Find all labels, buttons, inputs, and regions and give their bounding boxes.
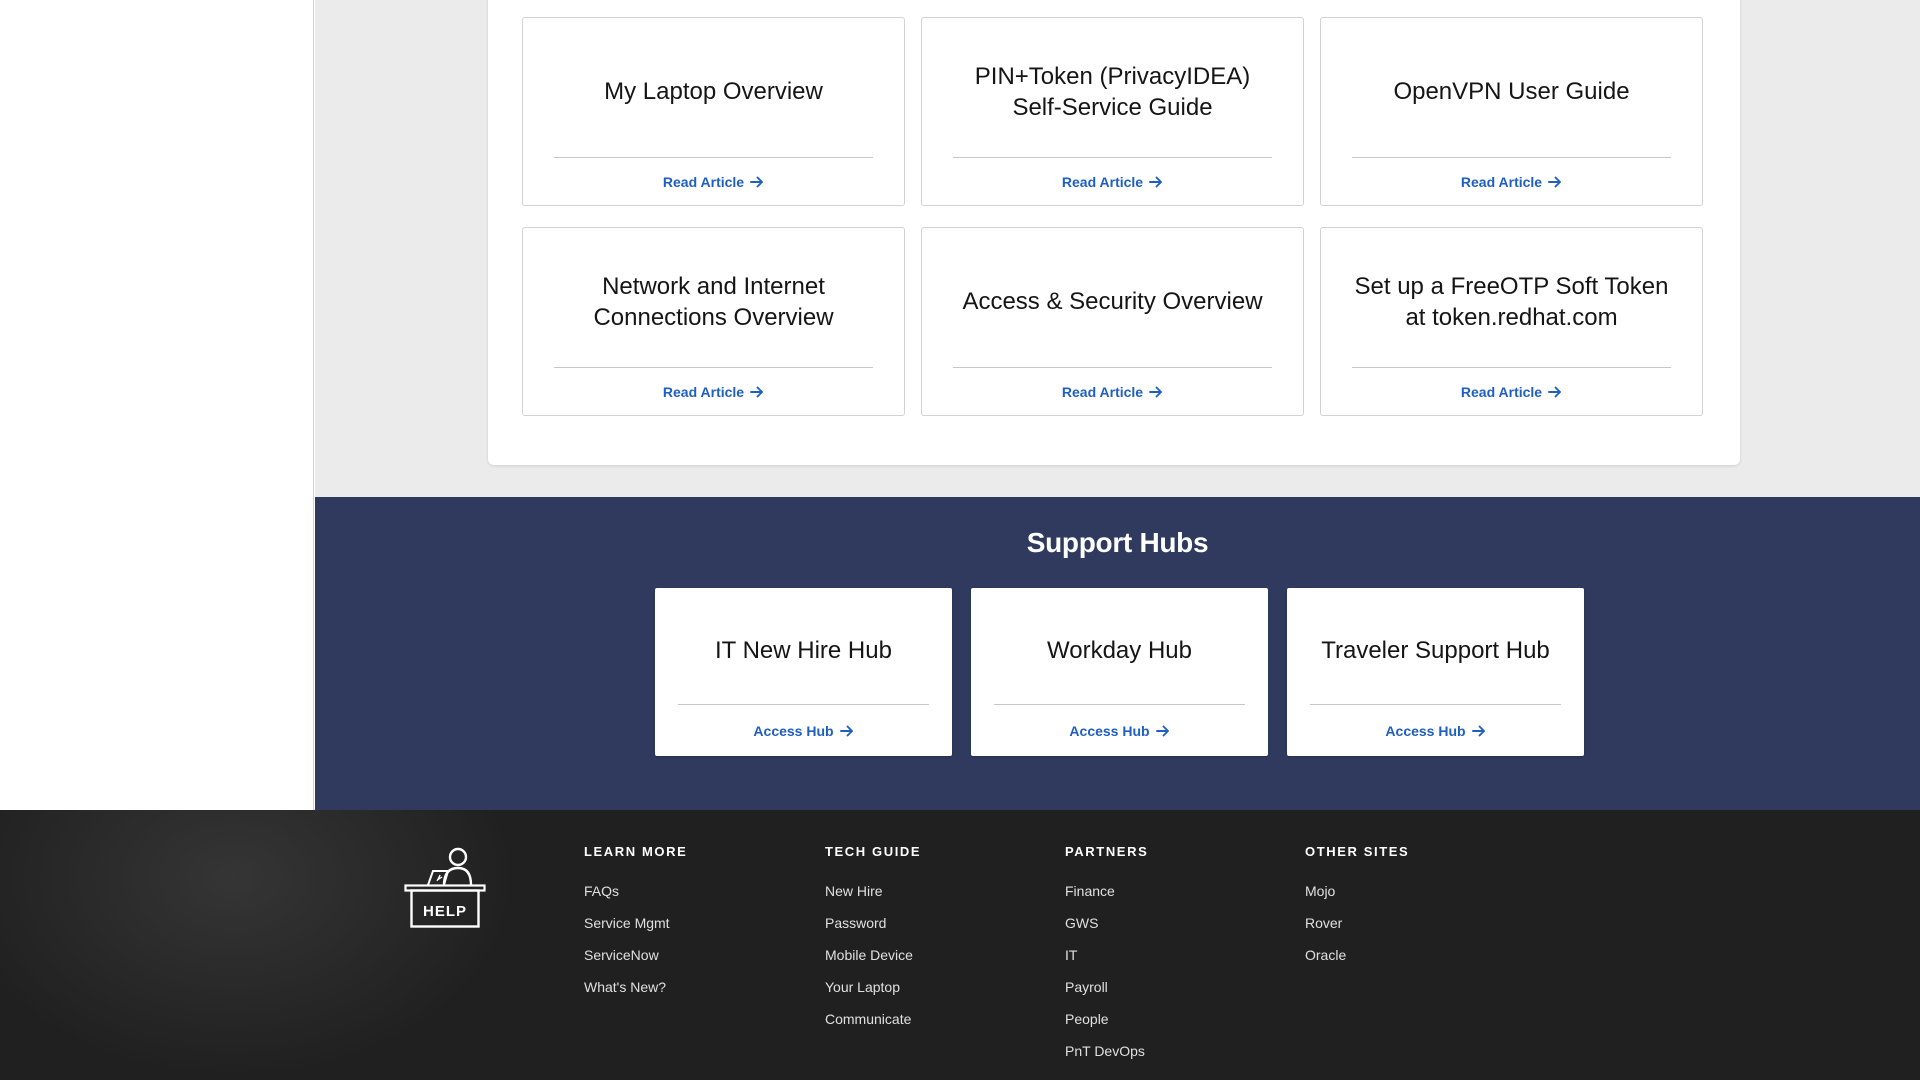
article-title: Set up a FreeOTP Soft Token at token.red… [1354,272,1669,331]
hub-grid: IT New Hire Hub Access Hub Workday Hub A… [655,588,1584,756]
article-title: Network and Internet Connections Overvie… [593,272,834,331]
footer-link-pnt-devops[interactable]: PnT DevOps [1065,1042,1285,1060]
access-hub-link[interactable]: Access Hub [1310,705,1561,756]
footer-column-learn-more: LEARN MORE FAQs Service Mgmt ServiceNow … [584,843,804,1010]
support-hubs-section: Support Hubs IT New Hire Hub Access Hub … [315,497,1920,810]
support-hubs-title: Support Hubs [1026,527,1209,558]
hub-title: Traveler Support Hub [1321,637,1550,664]
footer-heading: PARTNERS [1065,844,1149,859]
left-sidebar [0,0,314,810]
article-title: My Laptop Overview [604,78,823,105]
footer-link-faqs[interactable]: FAQs [584,882,804,900]
hub-title: Workday Hub [1047,637,1192,664]
footer-link-servicenow[interactable]: ServiceNow [584,946,804,964]
read-article-label: Read Article [1460,173,1543,190]
arrow-right-icon [1548,176,1562,187]
arrow-right-icon [1149,386,1163,397]
site-footer: HELP LEARN MORE FAQs Service Mgmt Servic… [0,810,1920,1080]
arrow-right-icon [750,176,764,187]
footer-link-finance[interactable]: Finance [1065,882,1285,900]
footer-link-new-hire[interactable]: New Hire [825,882,1045,900]
help-logo-text: HELP [423,903,467,920]
arrow-right-icon [1548,386,1562,397]
read-article-label: Read Article [1061,173,1144,190]
hub-card-workday: Workday Hub Access Hub [971,588,1268,756]
hub-card-traveler-support: Traveler Support Hub Access Hub [1287,588,1584,756]
access-hub-label: Access Hub [1069,722,1150,739]
article-card-my-laptop: My Laptop Overview Read Article [522,17,905,206]
footer-heading: LEARN MORE [584,844,688,859]
footer-link-payroll[interactable]: Payroll [1065,978,1285,996]
access-hub-link[interactable]: Access Hub [678,705,929,756]
hub-title: IT New Hire Hub [715,637,892,664]
footer-link-your-laptop[interactable]: Your Laptop [825,978,1045,996]
footer-column-other-sites: OTHER SITES Mojo Rover Oracle [1305,843,1525,978]
footer-link-rover[interactable]: Rover [1305,914,1525,932]
footer-heading: TECH GUIDE [825,844,922,859]
article-grid: My Laptop Overview Read Article PIN+Toke… [522,17,1704,416]
article-title: OpenVPN User Guide [1393,78,1630,105]
footer-link-communicate[interactable]: Communicate [825,1010,1045,1028]
read-article-label: Read Article [662,173,745,190]
read-article-label: Read Article [1061,383,1144,400]
footer-link-whats-new[interactable]: What's New? [584,978,804,996]
footer-link-it[interactable]: IT [1065,946,1285,964]
help-desk-logo[interactable]: HELP [404,845,486,929]
footer-link-mojo[interactable]: Mojo [1305,882,1525,900]
footer-heading: OTHER SITES [1305,844,1410,859]
help-desk-icon: HELP [404,847,486,928]
article-card-openvpn: OpenVPN User Guide Read Article [1320,17,1703,206]
footer-column-tech-guide: TECH GUIDE New Hire Password Mobile Devi… [825,843,1045,1042]
arrow-right-icon [1149,176,1163,187]
read-article-link[interactable]: Read Article [1352,158,1671,205]
arrow-right-icon [1155,725,1169,736]
article-title: Access & Security Overview [962,288,1263,315]
read-article-label: Read Article [1460,383,1543,400]
arrow-right-icon [839,725,853,736]
footer-link-oracle[interactable]: Oracle [1305,946,1525,964]
article-title: PIN+Token (PrivacyIDEA) Self-Service Gui… [974,62,1251,121]
access-hub-label: Access Hub [1385,722,1466,739]
read-article-link[interactable]: Read Article [953,158,1272,205]
read-article-link[interactable]: Read Article [1352,368,1671,415]
access-hub-link[interactable]: Access Hub [994,705,1245,756]
read-article-link[interactable]: Read Article [953,368,1272,415]
footer-link-people[interactable]: People [1065,1010,1285,1028]
read-article-link[interactable]: Read Article [554,158,873,205]
hub-card-it-new-hire: IT New Hire Hub Access Hub [655,588,952,756]
read-article-label: Read Article [662,383,745,400]
footer-link-password[interactable]: Password [825,914,1045,932]
article-card-network: Network and Internet Connections Overvie… [522,227,905,416]
arrow-right-icon [750,386,764,397]
footer-column-partners: PARTNERS Finance GWS IT Payroll People P… [1065,843,1285,1074]
footer-link-gws[interactable]: GWS [1065,914,1285,932]
access-hub-label: Access Hub [753,722,834,739]
arrow-right-icon [1471,725,1485,736]
footer-link-service-mgmt[interactable]: Service Mgmt [584,914,804,932]
footer-link-mobile-device[interactable]: Mobile Device [825,946,1045,964]
read-article-link[interactable]: Read Article [554,368,873,415]
article-card-access-security: Access & Security Overview Read Article [921,227,1304,416]
article-card-pin-token: PIN+Token (PrivacyIDEA) Self-Service Gui… [921,17,1304,206]
article-card-freeotp: Set up a FreeOTP Soft Token at token.red… [1320,227,1703,416]
